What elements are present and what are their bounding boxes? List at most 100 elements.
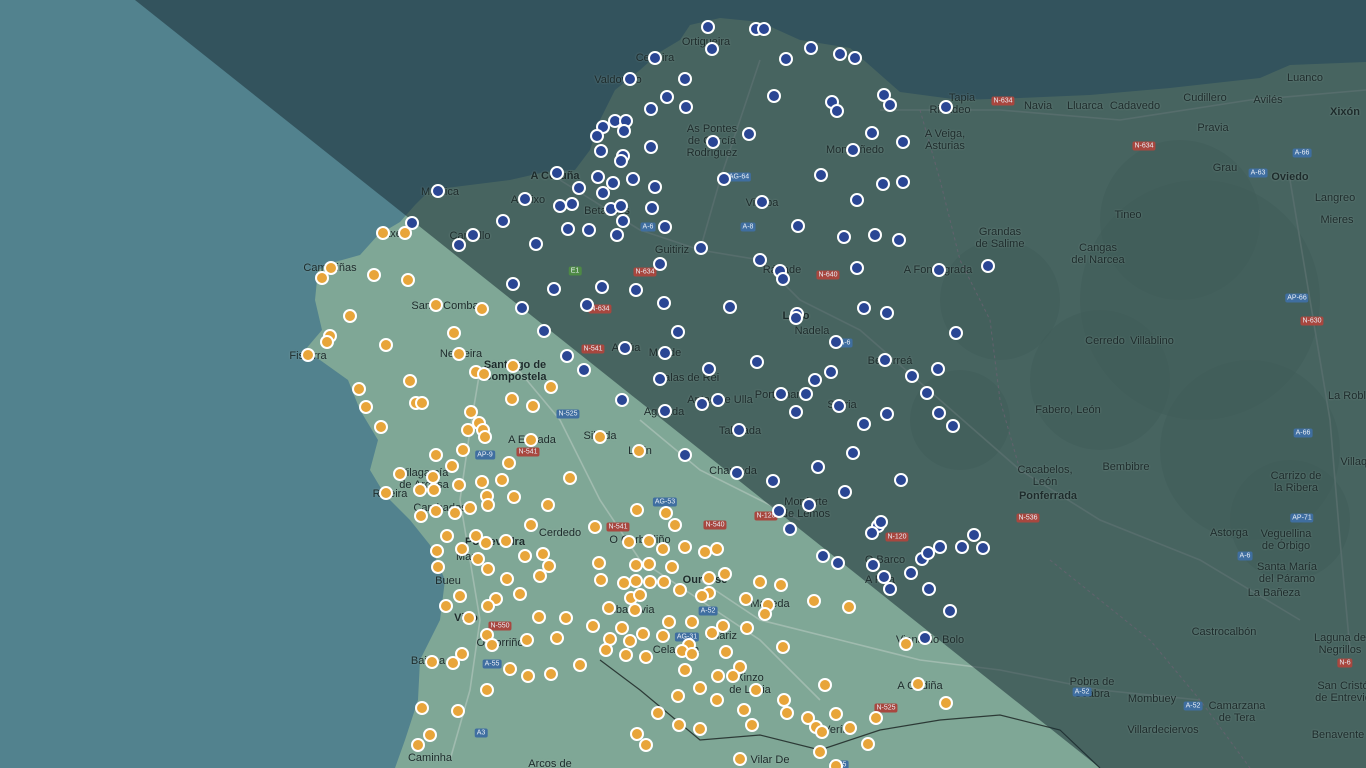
- blue-location-marker[interactable]: [981, 259, 995, 273]
- blue-location-marker[interactable]: [896, 135, 910, 149]
- orange-location-marker[interactable]: [639, 650, 653, 664]
- blue-location-marker[interactable]: [848, 51, 862, 65]
- orange-location-marker[interactable]: [642, 534, 656, 548]
- orange-location-marker[interactable]: [630, 503, 644, 517]
- blue-location-marker[interactable]: [832, 399, 846, 413]
- blue-location-marker[interactable]: [679, 100, 693, 114]
- blue-location-marker[interactable]: [865, 126, 879, 140]
- blue-location-marker[interactable]: [706, 135, 720, 149]
- blue-location-marker[interactable]: [876, 177, 890, 191]
- orange-location-marker[interactable]: [425, 655, 439, 669]
- orange-location-marker[interactable]: [518, 549, 532, 563]
- orange-location-marker[interactable]: [475, 302, 489, 316]
- blue-location-marker[interactable]: [618, 341, 632, 355]
- orange-location-marker[interactable]: [502, 456, 516, 470]
- orange-location-marker[interactable]: [629, 574, 643, 588]
- orange-location-marker[interactable]: [521, 669, 535, 683]
- orange-location-marker[interactable]: [451, 704, 465, 718]
- blue-location-marker[interactable]: [694, 241, 708, 255]
- orange-location-marker[interactable]: [485, 638, 499, 652]
- orange-location-marker[interactable]: [656, 629, 670, 643]
- orange-location-marker[interactable]: [520, 633, 534, 647]
- orange-location-marker[interactable]: [718, 567, 732, 581]
- blue-location-marker[interactable]: [866, 558, 880, 572]
- blue-location-marker[interactable]: [658, 220, 672, 234]
- orange-location-marker[interactable]: [633, 588, 647, 602]
- blue-location-marker[interactable]: [932, 263, 946, 277]
- blue-location-marker[interactable]: [730, 466, 744, 480]
- blue-location-marker[interactable]: [808, 373, 822, 387]
- blue-location-marker[interactable]: [931, 362, 945, 376]
- blue-location-marker[interactable]: [967, 528, 981, 542]
- orange-location-marker[interactable]: [740, 621, 754, 635]
- blue-location-marker[interactable]: [644, 140, 658, 154]
- orange-location-marker[interactable]: [594, 573, 608, 587]
- orange-location-marker[interactable]: [615, 621, 629, 635]
- blue-location-marker[interactable]: [896, 175, 910, 189]
- blue-location-marker[interactable]: [590, 129, 604, 143]
- blue-location-marker[interactable]: [767, 89, 781, 103]
- blue-location-marker[interactable]: [506, 277, 520, 291]
- blue-location-marker[interactable]: [431, 184, 445, 198]
- orange-location-marker[interactable]: [430, 544, 444, 558]
- blue-location-marker[interactable]: [857, 301, 871, 315]
- blue-location-marker[interactable]: [830, 104, 844, 118]
- blue-location-marker[interactable]: [732, 423, 746, 437]
- orange-location-marker[interactable]: [807, 594, 821, 608]
- blue-location-marker[interactable]: [560, 349, 574, 363]
- orange-location-marker[interactable]: [643, 575, 657, 589]
- blue-location-marker[interactable]: [702, 362, 716, 376]
- orange-location-marker[interactable]: [829, 759, 843, 768]
- blue-location-marker[interactable]: [660, 90, 674, 104]
- orange-location-marker[interactable]: [639, 738, 653, 752]
- blue-location-marker[interactable]: [648, 51, 662, 65]
- blue-location-marker[interactable]: [772, 504, 786, 518]
- blue-location-marker[interactable]: [577, 363, 591, 377]
- blue-location-marker[interactable]: [833, 47, 847, 61]
- blue-location-marker[interactable]: [753, 253, 767, 267]
- blue-location-marker[interactable]: [816, 549, 830, 563]
- orange-location-marker[interactable]: [619, 648, 633, 662]
- orange-location-marker[interactable]: [524, 518, 538, 532]
- orange-location-marker[interactable]: [429, 448, 443, 462]
- orange-location-marker[interactable]: [693, 681, 707, 695]
- blue-location-marker[interactable]: [496, 214, 510, 228]
- orange-location-marker[interactable]: [628, 603, 642, 617]
- blue-location-marker[interactable]: [883, 582, 897, 596]
- orange-location-marker[interactable]: [622, 535, 636, 549]
- blue-location-marker[interactable]: [629, 283, 643, 297]
- blue-location-marker[interactable]: [894, 473, 908, 487]
- blue-location-marker[interactable]: [976, 541, 990, 555]
- orange-location-marker[interactable]: [374, 420, 388, 434]
- orange-location-marker[interactable]: [815, 725, 829, 739]
- blue-location-marker[interactable]: [783, 522, 797, 536]
- orange-location-marker[interactable]: [475, 475, 489, 489]
- blue-location-marker[interactable]: [657, 296, 671, 310]
- blue-location-marker[interactable]: [880, 306, 894, 320]
- orange-location-marker[interactable]: [462, 611, 476, 625]
- blue-location-marker[interactable]: [405, 216, 419, 230]
- orange-location-marker[interactable]: [524, 433, 538, 447]
- blue-location-marker[interactable]: [943, 604, 957, 618]
- orange-location-marker[interactable]: [559, 611, 573, 625]
- blue-location-marker[interactable]: [776, 272, 790, 286]
- blue-location-marker[interactable]: [582, 223, 596, 237]
- blue-location-marker[interactable]: [705, 42, 719, 56]
- orange-location-marker[interactable]: [503, 662, 517, 676]
- blue-location-marker[interactable]: [547, 282, 561, 296]
- orange-location-marker[interactable]: [592, 556, 606, 570]
- orange-location-marker[interactable]: [774, 578, 788, 592]
- blue-location-marker[interactable]: [779, 52, 793, 66]
- blue-location-marker[interactable]: [644, 102, 658, 116]
- orange-location-marker[interactable]: [550, 631, 564, 645]
- orange-location-marker[interactable]: [599, 643, 613, 657]
- blue-location-marker[interactable]: [529, 237, 543, 251]
- orange-location-marker[interactable]: [415, 396, 429, 410]
- orange-location-marker[interactable]: [448, 506, 462, 520]
- orange-location-marker[interactable]: [445, 459, 459, 473]
- orange-location-marker[interactable]: [423, 728, 437, 742]
- orange-location-marker[interactable]: [678, 663, 692, 677]
- orange-location-marker[interactable]: [479, 536, 493, 550]
- orange-location-marker[interactable]: [737, 703, 751, 717]
- orange-location-marker[interactable]: [481, 562, 495, 576]
